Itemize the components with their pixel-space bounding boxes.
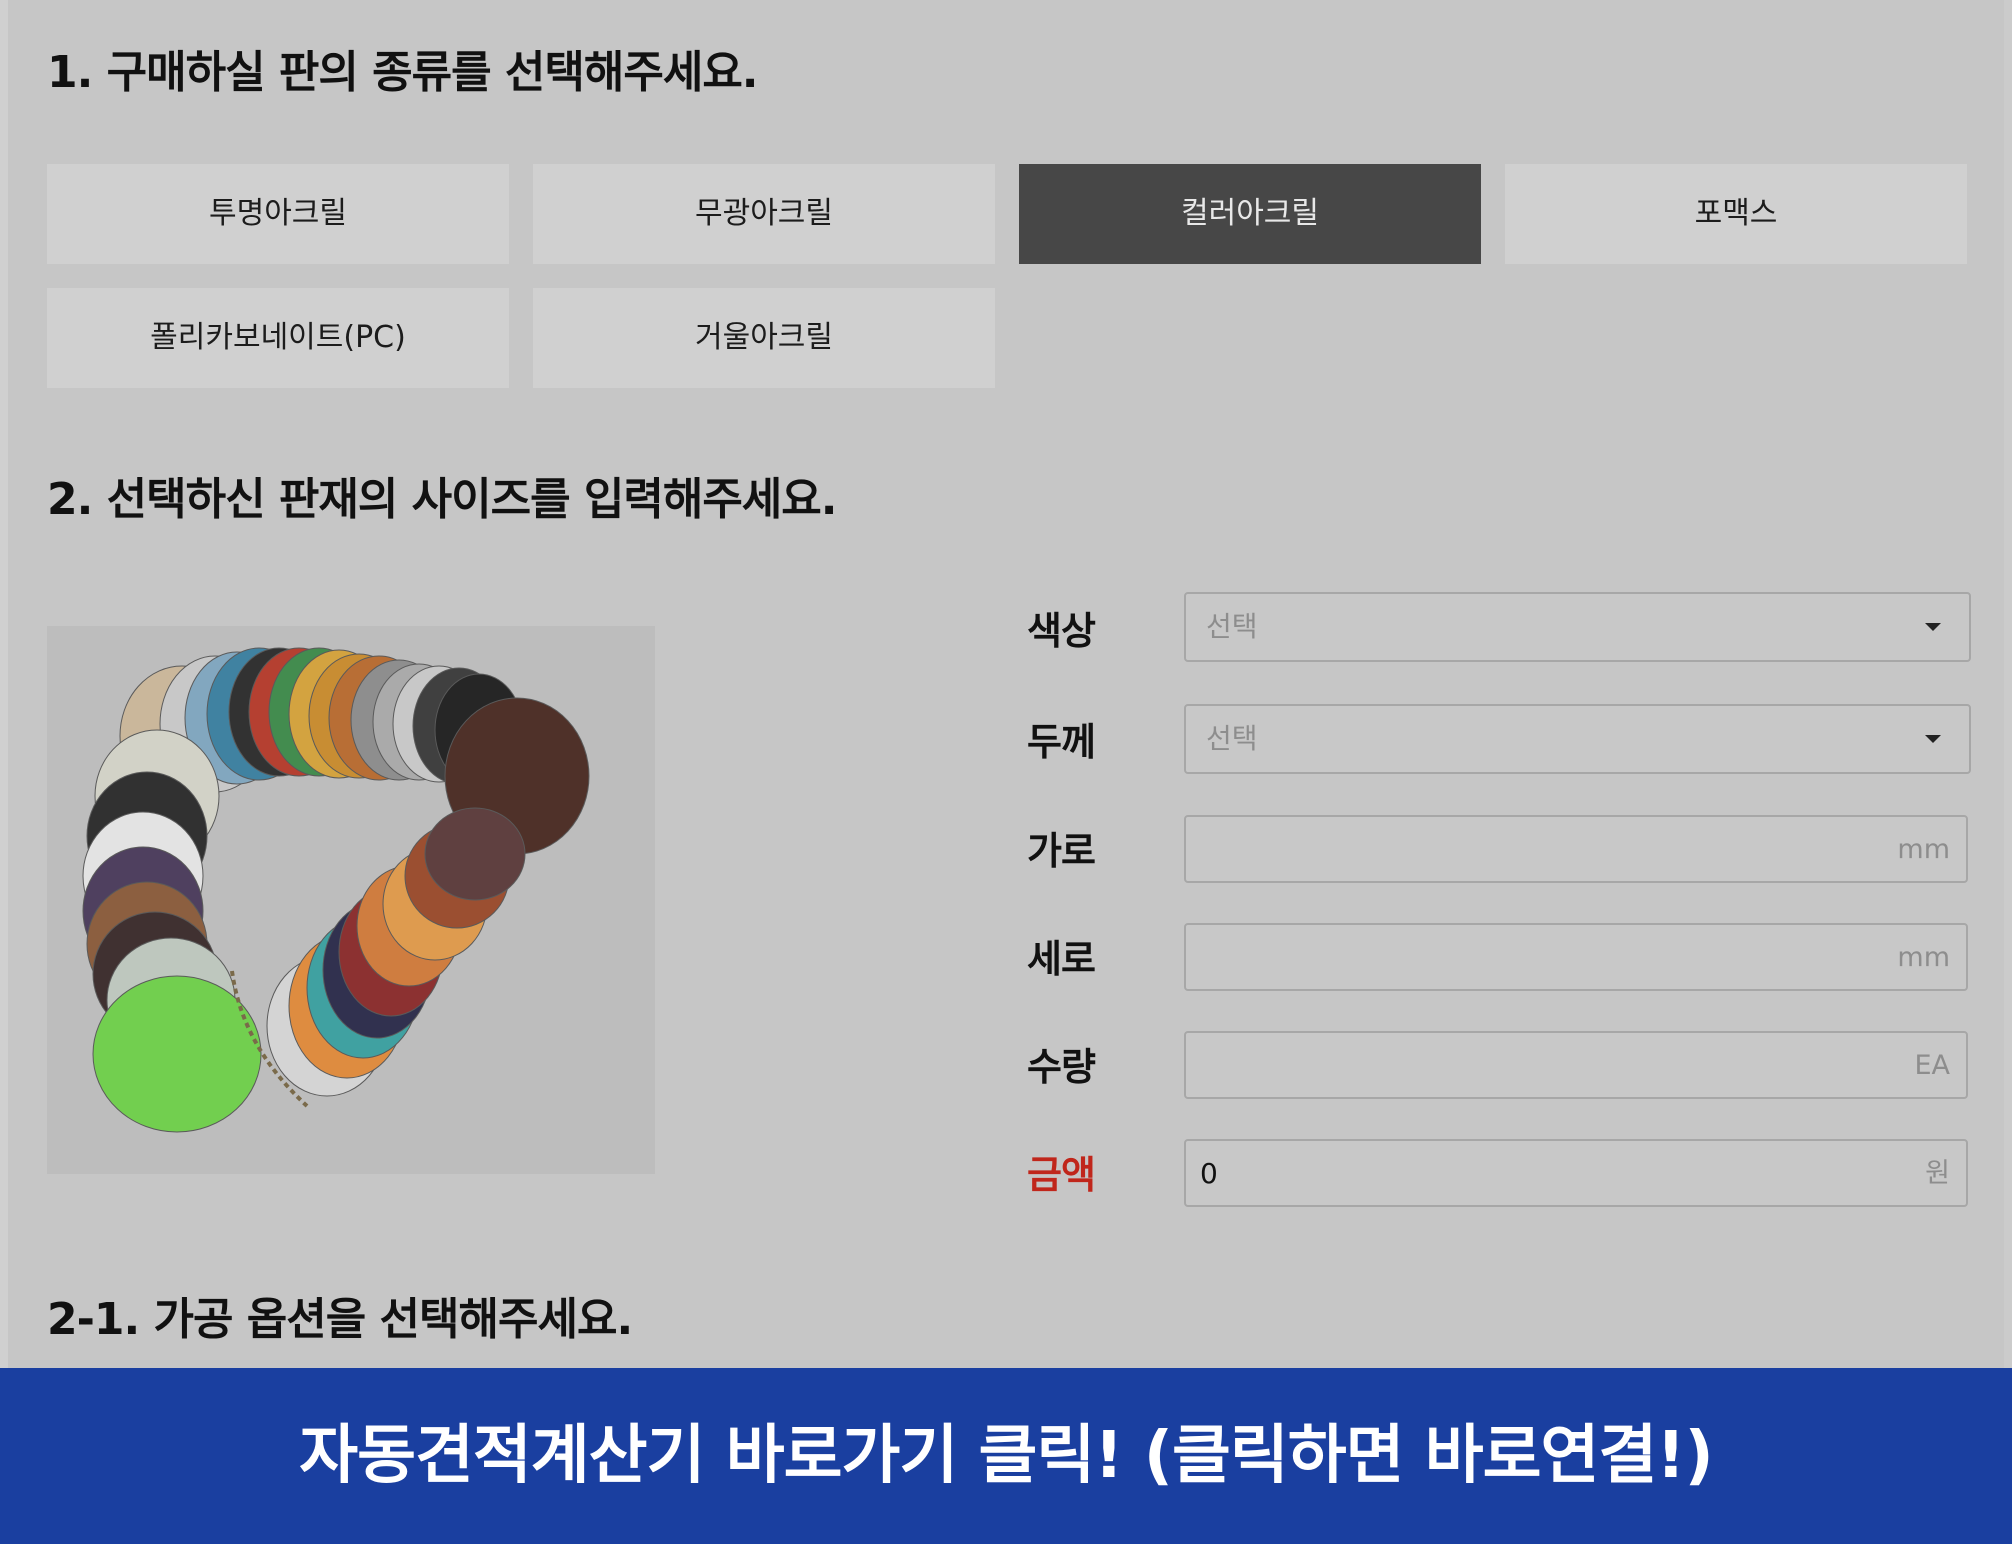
auto-quote-calculator-banner[interactable]: 자동견적계산기 바로가기 클릭! (클릭하면 바로연결!) [0,1368,2012,1544]
height-unit: mm [1897,942,1950,973]
tab-clear-acrylic[interactable]: 투명아크릴 [47,164,509,264]
tab-formex[interactable]: 포맥스 [1505,164,1967,264]
thickness-label: 두께 [1027,720,1096,764]
thickness-select-value: 선택 [1206,722,1258,755]
height-label: 세로 [1027,937,1096,981]
caret-down-icon [1925,735,1941,743]
tab-mirror-acrylic[interactable]: 거울아크릴 [533,288,995,388]
quantity-input[interactable] [1186,1033,1966,1097]
price-field: 원 [1184,1139,1968,1207]
height-input[interactable] [1186,925,1966,989]
color-label: 색상 [1027,609,1096,653]
section3-heading: 2-1. 가공 옵션을 선택해주세요. [47,1294,633,1345]
thickness-select[interactable]: 선택 [1184,704,1971,774]
price-label: 금액 [1027,1153,1096,1197]
product-photo [47,626,655,1174]
color-select[interactable]: 선택 [1184,592,1971,662]
quantity-field[interactable]: EA [1184,1031,1968,1099]
tab-matte-acrylic[interactable]: 무광아크릴 [533,164,995,264]
banner-text: 자동견적계산기 바로가기 클릭! (클릭하면 바로연결!) [299,1419,1713,1493]
tab-polycarbonate[interactable]: 폴리카보네이트(PC) [47,288,509,388]
height-field[interactable]: mm [1184,923,1968,991]
width-field[interactable]: mm [1184,815,1968,883]
caret-down-icon [1925,623,1941,631]
tab-color-acrylic[interactable]: 컬러아크릴 [1019,164,1481,264]
quantity-label: 수량 [1027,1045,1096,1089]
section1-heading: 1. 구매하실 판의 종류를 선택해주세요. [47,47,759,98]
width-unit: mm [1897,834,1950,865]
width-label: 가로 [1027,829,1096,873]
section2-heading: 2. 선택하신 판재의 사이즈를 입력해주세요. [47,474,837,525]
width-input[interactable] [1186,817,1966,881]
left-page-edge [0,0,8,1368]
acrylic-color-samples-image [47,626,655,1174]
price-unit: 원 [1925,1158,1950,1189]
quantity-unit: EA [1914,1050,1950,1081]
color-select-value: 선택 [1206,610,1258,643]
price-input [1186,1141,1966,1205]
right-page-edge [2004,0,2012,1368]
